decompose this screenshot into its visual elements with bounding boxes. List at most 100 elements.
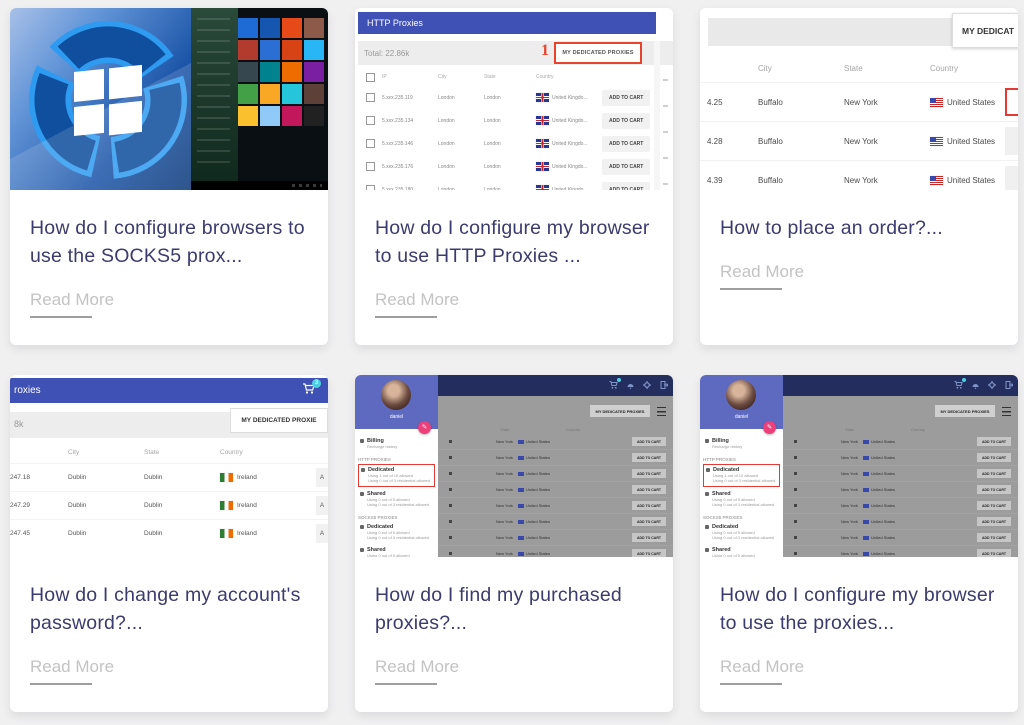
ip-cell: 5.xxx.235.146 bbox=[382, 141, 438, 147]
sidebar-item: DedicatedUsing 0 out of 5 allowedUsing 0… bbox=[358, 522, 435, 543]
sidebar-item-icon bbox=[360, 439, 364, 443]
read-more-link[interactable]: Read More bbox=[375, 290, 653, 310]
row-checkbox bbox=[366, 185, 375, 190]
add-to-cart-button: ADD TO CART bbox=[977, 517, 1011, 526]
row-checkbox bbox=[366, 93, 375, 102]
state-cell: New York bbox=[452, 519, 518, 524]
state-cell: New York bbox=[797, 455, 863, 460]
proxy-table: City State Country x.247.18DublinDublinI… bbox=[10, 441, 328, 547]
desktop-tile bbox=[260, 18, 280, 38]
country-cell: United States bbox=[863, 455, 951, 460]
us-flag-icon bbox=[930, 98, 943, 107]
edit-profile-icon: ✎ bbox=[763, 421, 776, 434]
country-cell: United States bbox=[518, 439, 606, 444]
state-cell: New York bbox=[452, 439, 518, 444]
country-cell: United Kingdo... bbox=[536, 93, 602, 102]
us-flag-icon bbox=[518, 440, 524, 444]
state-cell: New York bbox=[452, 455, 518, 460]
add-to-cart-button: ADD TO CART bbox=[977, 453, 1011, 462]
country-cell: United States bbox=[518, 535, 606, 540]
order-table: City State Country 4.25BuffaloNew YorkUn… bbox=[700, 54, 1018, 190]
us-flag-icon bbox=[518, 552, 524, 556]
add-to-cart-button: ADD TO CART bbox=[977, 501, 1011, 510]
dimmed-table-row: New YorkUnited StatesADD TO CART bbox=[438, 498, 673, 514]
us-flag-icon bbox=[863, 520, 869, 524]
sidebar-section-label: SOCKS5 PROXIES bbox=[703, 515, 780, 520]
read-more-link[interactable]: Read More bbox=[30, 657, 308, 677]
sidebar-item-icon bbox=[705, 548, 709, 552]
us-flag-icon bbox=[863, 504, 869, 508]
dimmed-table-row: New YorkUnited StatesADD TO CART bbox=[783, 466, 1018, 482]
col-state: State bbox=[844, 64, 930, 73]
card-title[interactable]: How do I configure my browser to use HTT… bbox=[375, 214, 653, 270]
add-to-cart-button: ADD TO CART bbox=[632, 453, 666, 462]
state-cell: New York bbox=[797, 551, 863, 556]
card-thumbnail bbox=[10, 8, 328, 190]
desktop-tile bbox=[282, 106, 302, 126]
country-cell: United States bbox=[863, 519, 951, 524]
us-flag-icon bbox=[518, 488, 524, 492]
col-state: State bbox=[500, 427, 509, 432]
uk-flag-icon bbox=[536, 139, 549, 148]
proxy-table-row: x.247.45DublinDublinIrelandA bbox=[10, 519, 328, 547]
card-title[interactable]: How do I change my account's password?..… bbox=[30, 581, 308, 637]
country-cell: Ireland bbox=[220, 501, 316, 510]
cart-icon bbox=[954, 381, 963, 389]
faq-card-http-proxies: HTTP Proxies Total: 22.86k 1 MY DEDICATE… bbox=[355, 8, 673, 345]
state-cell: New York bbox=[452, 503, 518, 508]
read-more-underline bbox=[30, 316, 92, 318]
start-menu-art bbox=[191, 8, 237, 181]
proxy-table-header: IP City State Country bbox=[358, 68, 656, 86]
dimmed-table-row: New YorkUnited StatesADD TO CART bbox=[438, 482, 673, 498]
http-proxies-titlebar: HTTP Proxies bbox=[358, 12, 656, 34]
desktop-tile bbox=[304, 62, 324, 82]
read-more-underline bbox=[720, 683, 782, 685]
card-title[interactable]: How do I find my purchased proxies?... bbox=[375, 581, 653, 637]
desktop-tile bbox=[260, 84, 280, 104]
sidebar-item-subtext: Using 0 out of 3 residential allowed bbox=[368, 478, 432, 484]
col-ip: IP bbox=[382, 74, 438, 80]
add-to-cart-button: ADD TO CART bbox=[977, 469, 1011, 478]
add-to-cart-button: ADD TO CART bbox=[632, 469, 666, 478]
country-cell: United States bbox=[863, 551, 951, 556]
state-cell: New York bbox=[797, 535, 863, 540]
card-title[interactable]: How to place an order?... bbox=[720, 214, 998, 242]
sidebar-section-label: SOCKS5 PROXIES bbox=[358, 515, 435, 520]
country-cell: United States bbox=[863, 487, 951, 492]
gear-icon bbox=[643, 381, 651, 389]
desktop-tile bbox=[260, 106, 280, 126]
read-more-link[interactable]: Read More bbox=[30, 290, 308, 310]
cart-badge-dot bbox=[962, 378, 966, 382]
proxy-table-row: 5.xxx.235.180LondonLondonUnited Kingdo..… bbox=[358, 178, 656, 190]
desktop-tile bbox=[282, 40, 302, 60]
add-to-cart-button: ADD TO CART bbox=[602, 159, 650, 175]
read-more-link[interactable]: Read More bbox=[375, 657, 653, 677]
sidebar-item: SharedUsing 0 out of 5 allowedUsing 0 ou… bbox=[703, 545, 780, 558]
desktop-tile bbox=[238, 18, 258, 38]
desktop-tile bbox=[304, 84, 324, 104]
windows-logo-art bbox=[10, 8, 191, 190]
row-checkbox bbox=[366, 162, 375, 171]
card-title[interactable]: How do I configure browsers to use the S… bbox=[30, 214, 308, 270]
faq-card-change-password: roxies 3 8k MY DEDICATED PROXIE City Sta… bbox=[10, 375, 328, 712]
state-cell: New York bbox=[844, 98, 930, 107]
total-label: 8k bbox=[14, 419, 24, 429]
username: daniel bbox=[700, 414, 783, 420]
read-more-link[interactable]: Read More bbox=[720, 262, 998, 282]
sidebar-item-subtext: Using 0 out of 3 residential allowed bbox=[367, 502, 433, 508]
state-cell: New York bbox=[797, 471, 863, 476]
city-cell: London bbox=[438, 187, 484, 191]
ip-cell: x.247.29 bbox=[10, 502, 68, 509]
order-table-row: 4.39BuffaloNew YorkUnited States bbox=[700, 160, 1018, 190]
sidebar-item-subtext: Using 0 out of 3 residential allowed bbox=[712, 535, 778, 541]
ip-cell: x.247.18 bbox=[10, 474, 68, 481]
desktop-tile bbox=[260, 62, 280, 82]
read-more-link[interactable]: Read More bbox=[720, 657, 998, 677]
read-more-underline bbox=[375, 683, 437, 685]
tiles-grid bbox=[238, 18, 326, 178]
card-title[interactable]: How do I configure my browser to use the… bbox=[720, 581, 998, 637]
sidebar-section-label: HTTP PROXIES bbox=[703, 457, 780, 462]
us-flag-icon bbox=[518, 472, 524, 476]
col-country: Country bbox=[220, 449, 328, 456]
logout-icon bbox=[1005, 381, 1013, 389]
